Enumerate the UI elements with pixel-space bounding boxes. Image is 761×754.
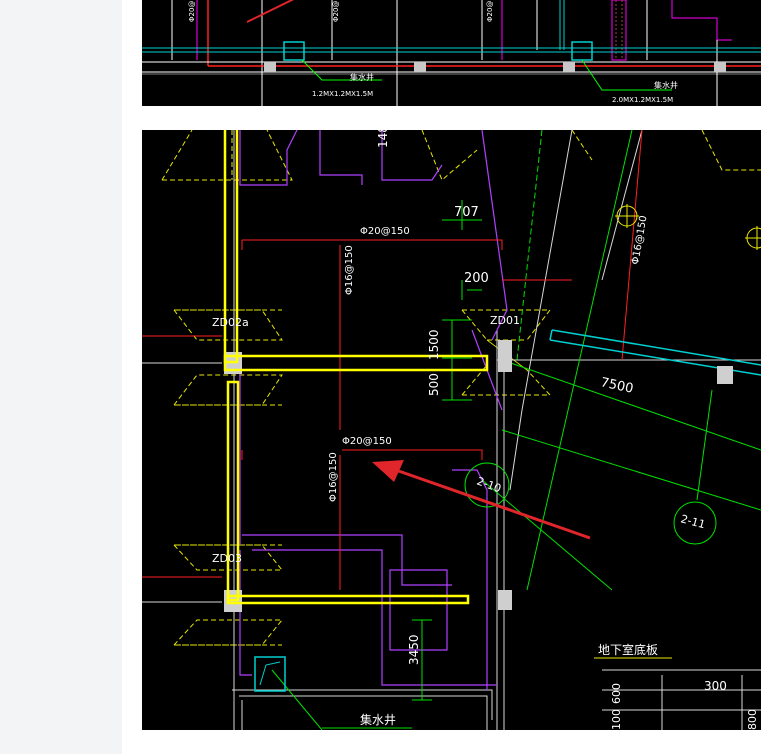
top-pit-size-left: 1.2MX1.2MX1.5M: [312, 90, 373, 98]
column-right: [717, 366, 733, 384]
top-rebar-label-2: Φ20@150: [332, 0, 340, 22]
label-zd03: ZD03: [212, 552, 242, 565]
dim-800: 800: [746, 709, 759, 730]
dim-3450: 3450: [407, 634, 421, 665]
label-zd02: ZD02a: [212, 316, 249, 329]
page-left-margin: [0, 0, 122, 754]
axis-label-2-10: 2-10: [475, 475, 503, 496]
rebar-top-vertical: Φ16@150: [344, 245, 355, 295]
top-rebar-label-3: Φ20@150: [486, 0, 494, 22]
basement-slab-label: 地下室底板: [598, 642, 658, 657]
rebar-mid-vertical: Φ16@150: [328, 452, 339, 502]
cad-drawing-main: 148 707 Φ20@150 Φ16@150 200 ZD02a ZD01 1…: [142, 130, 761, 730]
dim-600: 600: [610, 683, 623, 704]
dim-300: 300: [704, 679, 727, 693]
dim-200: 200: [464, 271, 489, 286]
cad-drawing-top: 集水井 1.2MX1.2MX1.5M 集水井 2.0MX1.2MX1.5M Φ2…: [142, 0, 761, 106]
dim-100: 100: [610, 709, 623, 730]
top-pit-size-right: 2.0MX1.2MX1.5M: [612, 96, 673, 104]
column-zd01: [498, 340, 512, 372]
dim-1500: 1500: [427, 329, 441, 360]
top-rebar-label-1: Φ20@150: [188, 0, 196, 22]
pit-label-bottom: 集水井: [360, 712, 396, 727]
cad-drawing-top-canvas: 集水井 1.2MX1.2MX1.5M 集水井 2.0MX1.2MX1.5M Φ2…: [142, 0, 761, 106]
top-pit-label-left: 集水井: [350, 72, 374, 82]
axis-label-2-11: 2-11: [679, 512, 706, 531]
dim-500: 500: [427, 373, 441, 396]
top-pit-label-right: 集水井: [654, 80, 678, 90]
cad-drawing-main-canvas: 148 707 Φ20@150 Φ16@150 200 ZD02a ZD01 1…: [142, 130, 761, 730]
annotation-arrow: [372, 460, 591, 540]
highlighted-walls: [223, 130, 489, 605]
dim-7500: 7500: [599, 375, 634, 397]
label-zd01: ZD01: [490, 314, 520, 327]
dim-148: 148: [376, 130, 390, 148]
column-lower-right: [498, 590, 512, 610]
rebar-top-horizontal: Φ20@150: [360, 226, 410, 237]
dim-707: 707: [454, 205, 479, 220]
rebar-right-vertical: Φ16@150: [630, 215, 649, 266]
rebar-mid-horizontal: Φ20@150: [342, 436, 392, 447]
